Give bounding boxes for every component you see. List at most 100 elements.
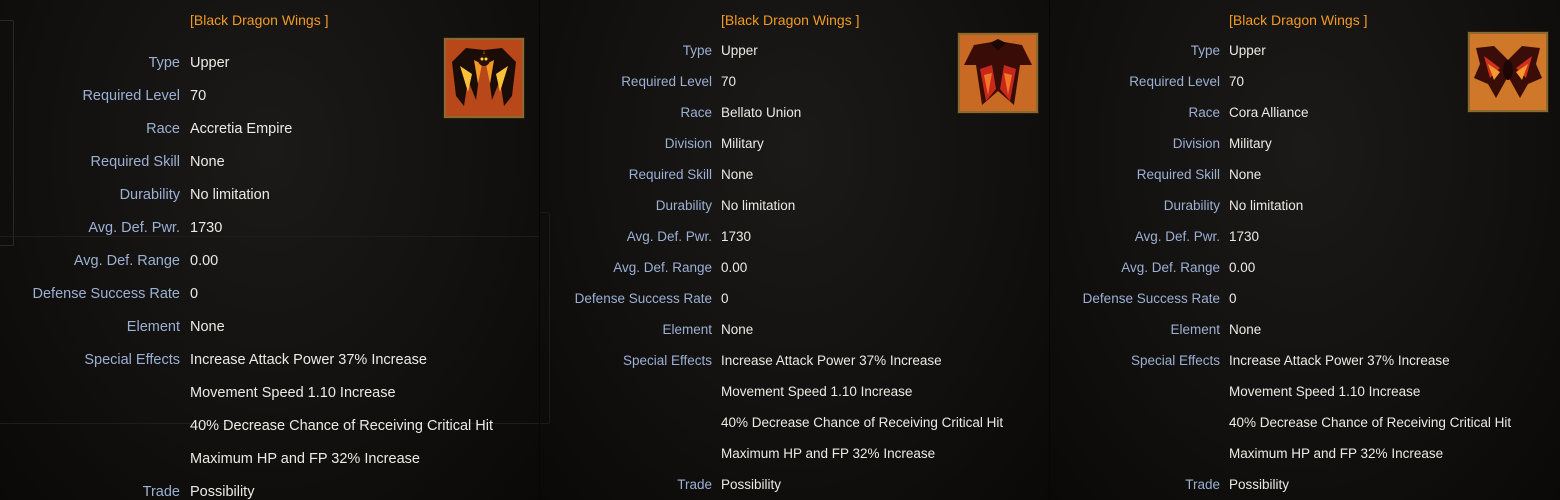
stat-value: None	[190, 154, 225, 170]
item-title: [Black Dragon Wings ]	[190, 12, 329, 28]
stat-value: No limitation	[1229, 198, 1304, 213]
stat-row: Special Effects Increase Attack Power 37%…	[540, 353, 1050, 373]
stat-label: Avg. Def. Pwr.	[1134, 229, 1220, 244]
stat-value: 40% Decrease Chance of Receiving Critica…	[1229, 415, 1512, 430]
stat-row: 40% Decrease Chance of Receiving Critica…	[0, 418, 540, 438]
stat-label: Type	[148, 55, 180, 71]
stat-label: Required Level	[621, 74, 712, 89]
stat-value: Possibility	[721, 477, 782, 492]
stat-label: Special Effects	[1130, 353, 1220, 368]
stat-row: Defense Success Rate 0	[1050, 291, 1560, 311]
stat-label: Avg. Def. Pwr.	[88, 220, 180, 236]
stat-value: Accretia Empire	[190, 121, 293, 137]
stat-label: Defense Success Rate	[1082, 291, 1220, 306]
stat-label: Division	[1172, 136, 1220, 151]
stat-value: Increase Attack Power 37% Increase	[721, 353, 942, 368]
stat-value: 0.00	[1229, 260, 1256, 275]
stat-row: Required Level 70	[0, 88, 540, 108]
stat-label: Trade	[1185, 477, 1220, 492]
stat-label: Race	[680, 105, 712, 120]
stat-row: Element None	[540, 322, 1050, 342]
stat-row: Required Skill None	[1050, 167, 1560, 187]
stat-label: Element	[1170, 322, 1220, 337]
stat-label: Special Effects	[84, 352, 180, 368]
stat-row: Avg. Def. Range 0.00	[1050, 260, 1560, 280]
stat-value: 0	[1229, 291, 1237, 306]
stat-row: Type Upper	[540, 43, 1050, 63]
stat-label: Type	[682, 43, 712, 58]
stat-row: 40% Decrease Chance of Receiving Critica…	[1050, 415, 1560, 435]
stat-row: Defense Success Rate 0	[0, 286, 540, 306]
stat-row: 40% Decrease Chance of Receiving Critica…	[540, 415, 1050, 435]
stat-value: None	[190, 319, 225, 335]
stat-value: Upper	[1229, 43, 1266, 58]
stat-row: Movement Speed 1.10 Increase	[1050, 384, 1560, 404]
stat-value: Increase Attack Power 37% Increase	[1229, 353, 1450, 368]
stat-value: Possibility	[190, 484, 255, 500]
stat-row: Trade Possibility	[1050, 477, 1560, 497]
stat-value: 1730	[1229, 229, 1260, 244]
stat-label: Avg. Def. Pwr.	[626, 229, 712, 244]
stat-row: Durability No limitation	[1050, 198, 1560, 218]
stat-value: 0	[190, 286, 199, 302]
stat-row: Race Bellato Union	[540, 105, 1050, 125]
stat-label: Special Effects	[622, 353, 712, 368]
stat-value: None	[721, 167, 754, 182]
stat-row: Avg. Def. Range 0.00	[0, 253, 540, 273]
stat-value: None	[1229, 167, 1262, 182]
stat-label: Trade	[677, 477, 712, 492]
stat-value: No limitation	[721, 198, 796, 213]
stat-row: Maximum HP and FP 32% Increase	[540, 446, 1050, 466]
stat-label: Required Skill	[90, 154, 180, 170]
stat-label: Durability	[1163, 198, 1220, 213]
stat-row: Element None	[0, 319, 540, 339]
stat-label: Avg. Def. Range	[613, 260, 712, 275]
item-tooltip-accretia: [Black Dragon Wings ] Type Upper Required …	[0, 0, 540, 500]
stat-row: Required Skill None	[0, 154, 540, 174]
stat-label: Element	[126, 319, 180, 335]
stat-value: 0.00	[190, 253, 219, 269]
stat-label: Avg. Def. Range	[1121, 260, 1220, 275]
stat-row: Avg. Def. Range 0.00	[540, 260, 1050, 280]
stat-row: Special Effects Increase Attack Power 37%…	[0, 352, 540, 372]
stat-value: Maximum HP and FP 32% Increase	[190, 451, 420, 467]
stat-label: Required Skill	[1136, 167, 1220, 182]
stat-row: Movement Speed 1.10 Increase	[540, 384, 1050, 404]
stat-row: Movement Speed 1.10 Increase	[0, 385, 540, 405]
stat-row: Race Cora Alliance	[1050, 105, 1560, 125]
stat-label: Defense Success Rate	[32, 286, 181, 302]
stat-label: Element	[662, 322, 712, 337]
tooltip-comparison: [Black Dragon Wings ] Type Upper Required …	[0, 0, 1560, 500]
stat-row: Maximum HP and FP 32% Increase	[0, 451, 540, 471]
stat-value: Cora Alliance	[1229, 105, 1309, 120]
stat-label: Required Level	[1129, 74, 1220, 89]
stat-label: Avg. Def. Range	[73, 253, 180, 269]
item-title: [Black Dragon Wings ]	[721, 12, 860, 28]
stat-label: Durability	[655, 198, 712, 213]
stat-row: Durability No limitation	[0, 187, 540, 207]
stat-value: Possibility	[1229, 477, 1290, 492]
stat-value: 0.00	[721, 260, 748, 275]
stat-row: Trade Possibility	[540, 477, 1050, 497]
stat-row: Maximum HP and FP 32% Increase	[1050, 446, 1560, 466]
stat-row: Avg. Def. Pwr. 1730	[0, 220, 540, 240]
item-title: [Black Dragon Wings ]	[1229, 12, 1368, 28]
stat-value: Upper	[190, 55, 230, 71]
stat-value: 0	[721, 291, 729, 306]
stat-label: Race	[146, 121, 180, 137]
stat-value: None	[721, 322, 754, 337]
stat-value: Military	[721, 136, 764, 151]
stat-value: Military	[1229, 136, 1272, 151]
stat-row: Special Effects Increase Attack Power 37%…	[1050, 353, 1560, 373]
stat-value: 70	[1229, 74, 1245, 89]
stat-value: Movement Speed 1.10 Increase	[721, 384, 913, 399]
stat-label: Defense Success Rate	[574, 291, 712, 306]
stat-value: 1730	[721, 229, 752, 244]
stat-row: Race Accretia Empire	[0, 121, 540, 141]
stat-value: 40% Decrease Chance of Receiving Critica…	[721, 415, 1004, 430]
stat-label: Durability	[119, 187, 180, 203]
stat-label: Race	[1188, 105, 1220, 120]
stat-value: None	[1229, 322, 1262, 337]
stat-row: Type Upper	[1050, 43, 1560, 63]
stat-label: Trade	[142, 484, 180, 500]
